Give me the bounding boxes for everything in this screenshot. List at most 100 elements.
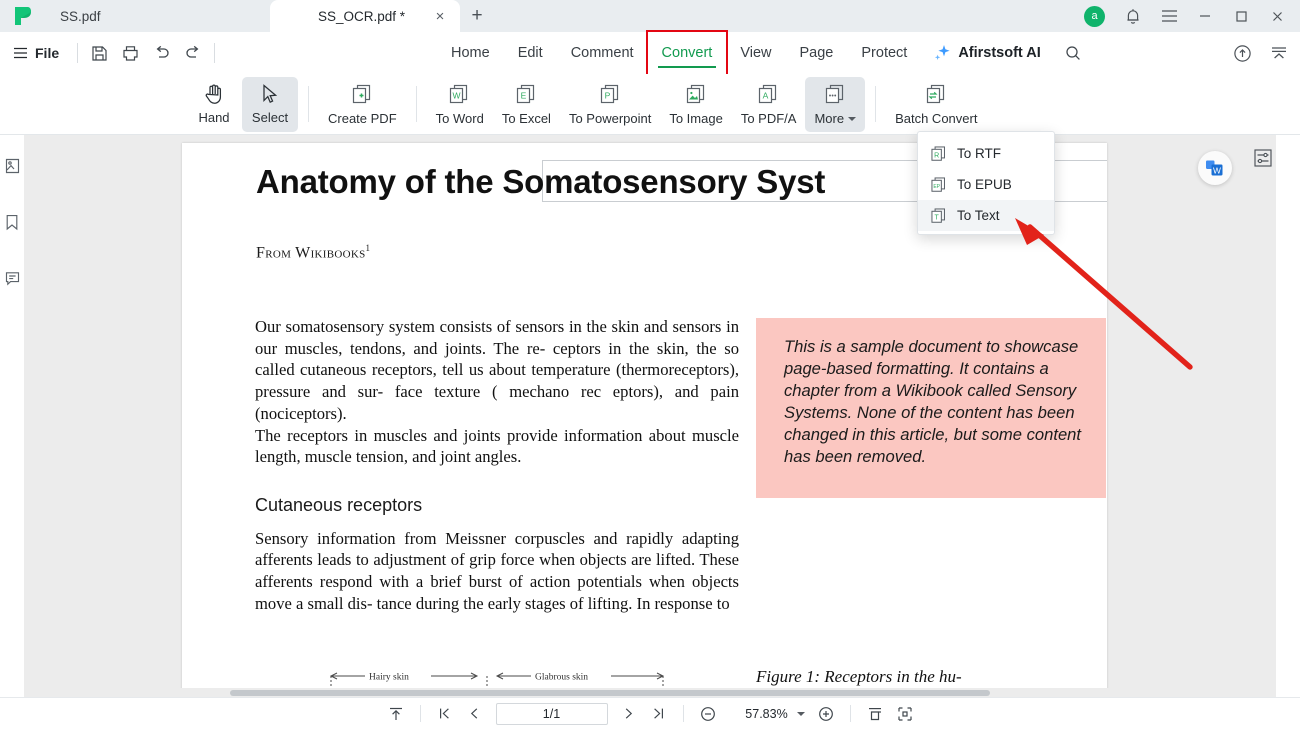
word-badge-glyph: W	[1206, 160, 1223, 176]
fit-width-icon[interactable]	[890, 701, 920, 727]
cloud-upload-icon[interactable]	[1227, 38, 1258, 68]
close-window-button[interactable]	[1260, 0, 1294, 32]
zoom-level-dropdown[interactable]: 57.83%	[723, 703, 811, 725]
tab-label: Edit	[517, 45, 543, 61]
zoom-in-icon[interactable]	[811, 701, 841, 727]
figure-caption: Figure 1: Receptors in the hu-	[756, 667, 962, 686]
page-number-input[interactable]: 1/1	[495, 702, 608, 725]
avatar[interactable]: a	[1084, 5, 1105, 27]
ribbon-to-excel[interactable]: E To Excel	[493, 77, 560, 132]
bookmarks-icon[interactable]	[0, 205, 24, 239]
ai-label: Afirstsoft AI	[958, 45, 1041, 61]
paragraph-3: Sensory information from Meissner corpus…	[255, 528, 739, 613]
menu-item-to-text[interactable]: T To Text	[918, 200, 1054, 231]
paragraph-1: Our somatosensory system consists of sen…	[255, 317, 739, 423]
new-tab-button[interactable]: +	[460, 0, 494, 32]
tab-label: View	[740, 45, 772, 61]
document-viewer[interactable]: Anatomy of the Somatosensory Syst From W…	[24, 135, 1276, 697]
minimize-button[interactable]	[1188, 0, 1222, 32]
tab-label: Page	[799, 45, 834, 61]
ribbon-to-image[interactable]: To Image	[660, 77, 731, 132]
active-tab-underline	[657, 65, 717, 68]
tab-view[interactable]: View	[726, 32, 785, 74]
skin-label-glabrous: Glabrous skin	[535, 673, 588, 683]
afirstsoft-ai-button[interactable]: Afirstsoft AI	[921, 32, 1050, 74]
horizontal-scrollbar[interactable]	[24, 688, 1276, 697]
ribbon-to-powerpoint[interactable]: P To Powerpoint	[560, 77, 660, 132]
divider	[308, 86, 309, 122]
document-source-line: From Wikibooks1	[256, 243, 370, 262]
tab-ss-ocr-pdf[interactable]: SS_OCR.pdf * ×	[270, 0, 460, 32]
ribbon-select-tool[interactable]: Select	[242, 76, 298, 132]
last-page-icon[interactable]	[644, 701, 674, 727]
epub-file-icon: EP	[931, 176, 945, 192]
search-button[interactable]	[1051, 32, 1095, 74]
maximize-button[interactable]	[1224, 0, 1258, 32]
main-menu-icon[interactable]	[1152, 0, 1186, 32]
ribbon-batch-convert[interactable]: Batch Convert	[886, 77, 986, 132]
notifications-bell-icon[interactable]	[1116, 0, 1150, 32]
tab-comment[interactable]: Comment	[557, 32, 648, 74]
save-icon[interactable]	[84, 38, 115, 68]
menu-item-to-rtf[interactable]: R To RTF	[918, 138, 1054, 169]
tab-label: SS.pdf	[60, 8, 101, 24]
tab-edit[interactable]: Edit	[504, 32, 557, 74]
tab-convert[interactable]: Convert	[645, 30, 729, 76]
redo-icon[interactable]	[177, 38, 208, 68]
tab-label: Convert	[661, 45, 713, 61]
callout-box: This is a sample document to showcase pa…	[756, 318, 1106, 498]
more-convert-dropdown: R To RTF EP To EPUB T To Text	[917, 131, 1055, 235]
tab-label: Home	[451, 45, 490, 61]
ribbon-label: To Powerpoint	[568, 110, 652, 126]
right-tool-rail	[1276, 135, 1300, 697]
comments-icon[interactable]	[0, 261, 24, 295]
next-page-icon[interactable]	[614, 701, 644, 727]
svg-text:W: W	[1213, 165, 1221, 175]
fit-page-icon[interactable]	[860, 701, 890, 727]
ribbon-label: To Image	[669, 110, 723, 126]
divider	[875, 86, 877, 122]
chevron-down-icon	[848, 117, 857, 122]
word-convert-badge-icon[interactable]: W	[1198, 151, 1232, 185]
file-menu-label: File	[35, 45, 60, 61]
hamburger-icon	[14, 47, 27, 59]
search-icon	[1066, 46, 1080, 60]
ribbon-label: Create PDF	[328, 110, 397, 126]
tab-label: Comment	[570, 45, 634, 61]
menu-item-to-epub[interactable]: EP To EPUB	[918, 169, 1054, 200]
footnote-marker: 1	[365, 243, 371, 253]
print-icon[interactable]	[115, 38, 146, 68]
tab-home[interactable]: Home	[437, 32, 504, 74]
close-icon[interactable]: ×	[432, 8, 448, 24]
zoom-out-icon[interactable]	[693, 701, 723, 727]
scroll-to-top-icon[interactable]	[381, 701, 411, 727]
tab-page[interactable]: Page	[786, 32, 848, 74]
collapse-ribbon-icon[interactable]	[1263, 38, 1294, 68]
ribbon-to-pdfa[interactable]: A To PDF/A	[732, 77, 806, 132]
first-page-icon[interactable]	[430, 701, 460, 727]
pdf-editor-window: SS.pdf SS_OCR.pdf * × + a File Home Edit…	[0, 0, 1300, 729]
create-pdf-icon	[352, 84, 370, 103]
thumbnails-icon[interactable]	[0, 149, 24, 183]
more-label: More	[814, 110, 845, 126]
app-logo	[0, 0, 46, 32]
callout-text: This is a sample document to showcase pa…	[784, 337, 1082, 467]
previous-page-icon[interactable]	[460, 701, 490, 727]
ribbon-create-pdf[interactable]: Create PDF	[319, 77, 406, 132]
divider	[419, 705, 421, 722]
tab-protect[interactable]: Protect	[847, 32, 921, 74]
ribbon-label: To Word	[435, 110, 484, 126]
tab-ss-pdf[interactable]: SS.pdf	[46, 0, 270, 32]
ribbon-hand-tool[interactable]: Hand	[186, 77, 242, 132]
undo-icon[interactable]	[146, 38, 177, 68]
file-menu-button[interactable]: File	[0, 32, 71, 74]
ribbon-label: Select	[251, 110, 289, 125]
status-bar: 1/1 57.83%	[0, 697, 1300, 729]
ribbon-more-button[interactable]: More	[805, 76, 866, 132]
properties-panel-icon[interactable]	[1253, 148, 1275, 170]
paragraph-2: The receptors in muscles and joints prov…	[255, 425, 739, 467]
skin-label-hairy: Hairy skin	[369, 673, 409, 683]
ribbon-to-word[interactable]: W To Word	[427, 77, 493, 132]
scrollbar-thumb[interactable]	[230, 690, 990, 696]
svg-text:W: W	[453, 90, 461, 100]
